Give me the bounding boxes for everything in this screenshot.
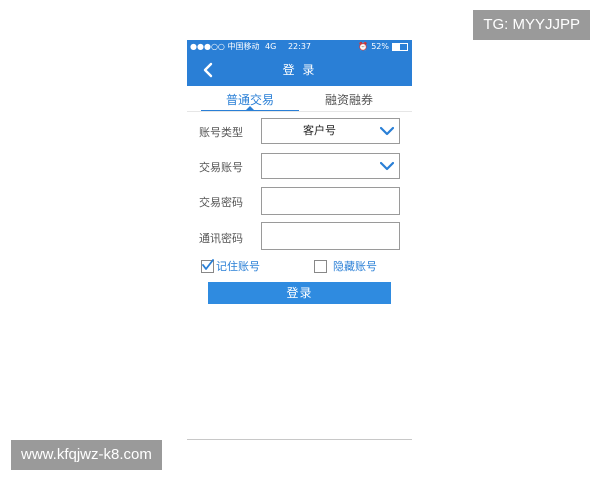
tab-margin-trade[interactable]: 融资融券 [300,86,398,111]
watermark-top: TG: MYYJJPP [473,10,590,40]
trade-account-select[interactable] [261,153,400,179]
tab-bar: 普通交易 融资融券 [187,86,412,112]
account-type-label: 账号类型 [199,126,243,139]
comm-password-input[interactable] [261,222,400,250]
phone-screen: ●●●○○ 中国移动 4G 22:37 ⏰ 52% 登 录 普通交易 融资融券 … [187,40,412,440]
status-right: ⏰ 52% [358,40,408,54]
trade-account-label: 交易账号 [199,161,243,174]
active-tab-caret [246,106,254,110]
comm-password-label: 通讯密码 [199,232,243,245]
remember-label: 记住账号 [216,260,260,273]
chevron-down-icon [380,161,394,171]
nav-bar: 登 录 [187,54,412,86]
hide-label: 隐藏账号 [333,260,377,273]
alarm-icon: ⏰ [358,42,369,51]
checkmark-icon [202,258,214,270]
watermark-bottom: www.kfqjwz-k8.com [11,440,162,470]
remember-account-option[interactable]: 记住账号 [201,258,260,274]
trade-password-input[interactable] [261,187,400,215]
battery-percent: 52% [371,42,389,51]
login-button[interactable]: 登录 [208,282,391,304]
status-bar: ●●●○○ 中国移动 4G 22:37 ⏰ 52% [187,40,412,54]
chevron-down-icon [380,126,394,136]
active-tab-underline [201,110,299,111]
remember-checkbox[interactable] [201,258,214,273]
account-type-select[interactable]: 客户号 [261,118,400,144]
page-title: 登 录 [282,63,317,77]
trade-password-label: 交易密码 [199,196,243,209]
battery-icon [392,43,408,51]
hide-checkbox[interactable] [314,259,327,273]
screen-bottom-divider [187,439,412,440]
hide-account-option[interactable]: 隐藏账号 [314,258,377,274]
account-type-value: 客户号 [303,124,336,137]
